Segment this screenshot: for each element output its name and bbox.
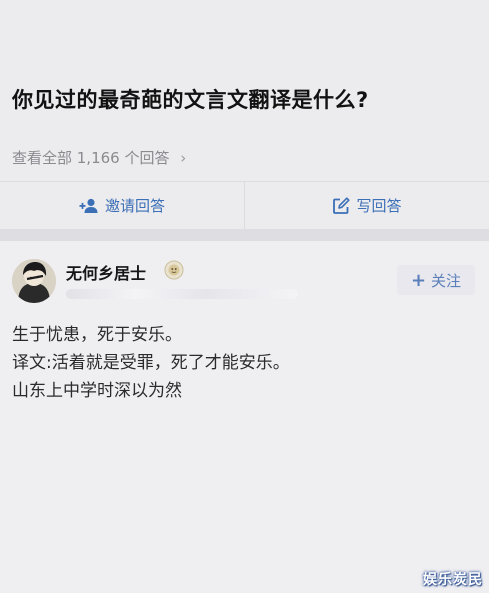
- action-bar: 邀请回答 写回答: [0, 181, 489, 229]
- plus-icon: +: [410, 269, 427, 291]
- follow-label: 关注: [431, 271, 462, 290]
- invite-answer-label: 邀请回答: [104, 197, 165, 215]
- author-name[interactable]: 无何乡居士: [66, 260, 146, 284]
- invite-person-icon: [79, 198, 98, 213]
- answer-line: 生于忧患，死于安乐。: [12, 325, 182, 345]
- follow-button[interactable]: + 关注: [397, 265, 475, 295]
- write-answer-label: 写回答: [356, 197, 402, 215]
- write-answer-button[interactable]: 写回答: [245, 182, 489, 229]
- badge-icon: [164, 260, 184, 280]
- edit-icon: [333, 196, 351, 214]
- avatar[interactable]: [12, 259, 56, 303]
- question-title[interactable]: 你见过的最奇葩的文言文翻译是什么?: [12, 84, 482, 114]
- answer-line: 山东上中学时深以为然: [12, 381, 182, 401]
- view-all-answers-link[interactable]: 查看全部 1,166 个回答 ›: [12, 147, 186, 168]
- question-page: 你见过的最奇葩的文言文翻译是什么? 查看全部 1,166 个回答 › 邀请回答 …: [0, 0, 489, 593]
- chevron-right-icon: ›: [180, 149, 187, 167]
- answer-line: 译文:活着就是受罪，死了才能安乐。: [12, 353, 290, 373]
- avatar-illustration: [12, 259, 56, 303]
- answer-body[interactable]: 生于忧患，死于安乐。 译文:活着就是受罪，死了才能安乐。 山东上中学时深以为然: [12, 321, 477, 405]
- answer-card: 无何乡居士 + 关注 生于忧患，死于安乐。 译文:活着就是受罪，死了才能安乐。 …: [0, 241, 489, 593]
- watermark: 娱乐炭民: [423, 572, 483, 588]
- section-divider: [0, 229, 489, 241]
- answer-count-text: 查看全部 1,166 个回答: [12, 149, 170, 167]
- invite-answer-button[interactable]: 邀请回答: [0, 182, 244, 229]
- author-bio-blurred: [66, 289, 298, 299]
